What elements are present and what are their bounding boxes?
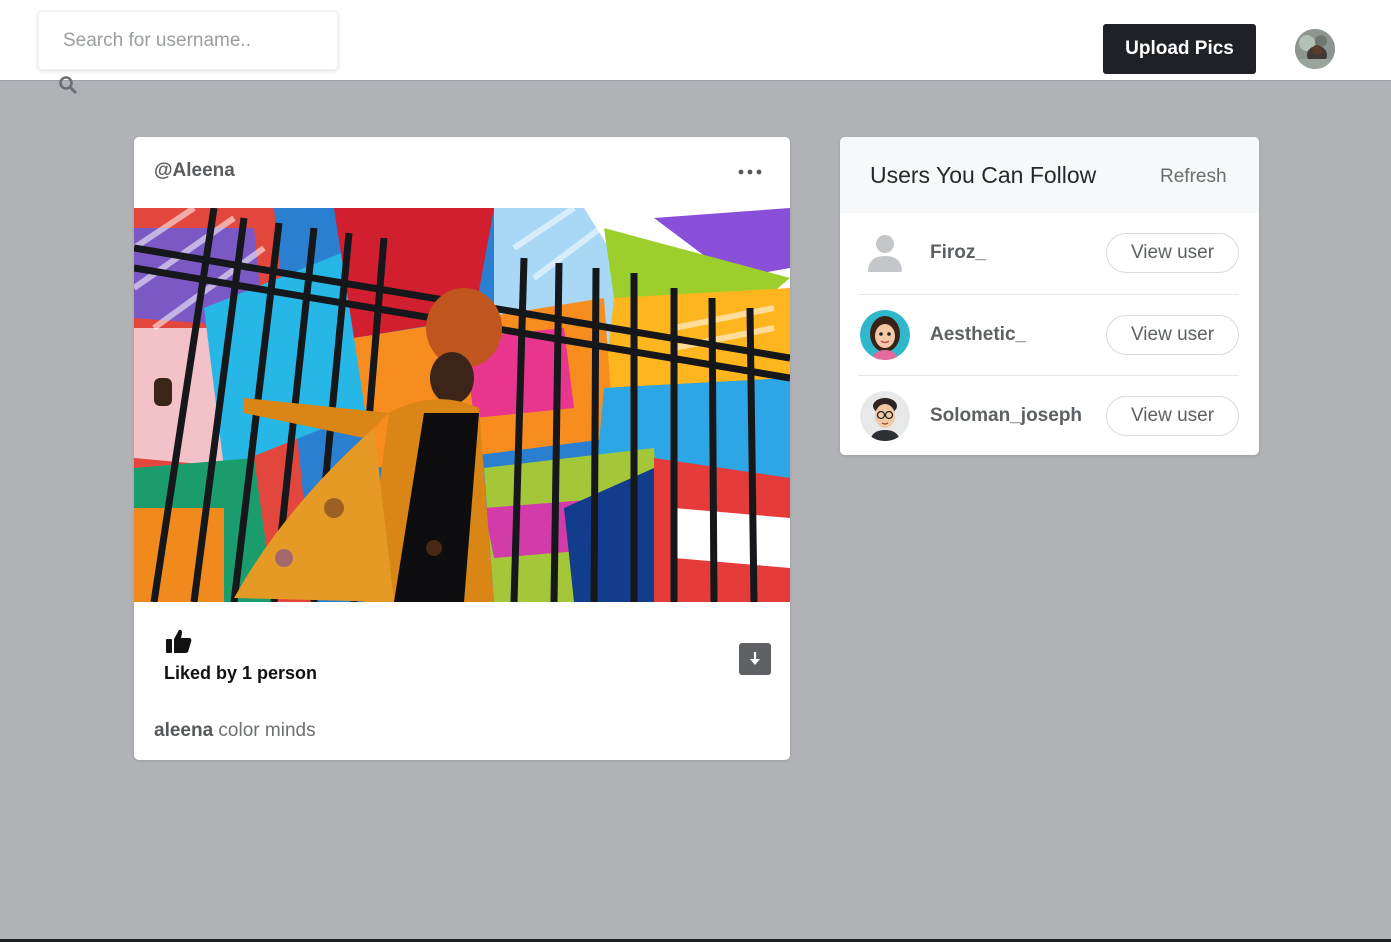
suggestions-card: Users You Can Follow Refresh Firoz_ View…	[840, 137, 1259, 455]
more-horizontal-icon[interactable]	[738, 167, 762, 177]
suggested-user-row: Aesthetic_ View user	[858, 294, 1239, 375]
download-icon	[750, 652, 760, 665]
view-user-button[interactable]: View user	[1106, 233, 1239, 273]
refresh-button[interactable]: Refresh	[1160, 166, 1227, 188]
download-button[interactable]	[739, 643, 771, 675]
suggested-user-row: Firoz_ View user	[858, 213, 1239, 294]
search-icon[interactable]	[58, 75, 78, 95]
suggestions-header: Users You Can Follow Refresh	[840, 137, 1259, 213]
post-username[interactable]: @Aleena	[154, 160, 235, 182]
default-avatar-icon[interactable]	[860, 228, 910, 278]
search-box[interactable]	[38, 11, 338, 70]
caption-text: color minds	[213, 720, 316, 741]
suggested-user-row: Soloman_joseph View user	[858, 375, 1239, 455]
post-image	[134, 208, 790, 602]
post-caption: aleena color minds	[154, 720, 316, 742]
caption-username[interactable]: aleena	[154, 720, 213, 741]
user-avatar[interactable]	[860, 310, 910, 360]
view-user-button[interactable]: View user	[1106, 315, 1239, 355]
suggested-username[interactable]: Aesthetic_	[930, 324, 1026, 346]
thumbs-up-icon[interactable]	[165, 627, 193, 655]
upload-pics-button[interactable]: Upload Pics	[1103, 24, 1256, 74]
profile-avatar[interactable]	[1295, 29, 1335, 69]
top-navbar: Upload Pics	[0, 0, 1391, 94]
view-user-button[interactable]: View user	[1106, 396, 1239, 436]
likes-count-text: Liked by 1 person	[164, 663, 318, 683]
suggestions-title: Users You Can Follow	[870, 162, 1097, 188]
suggested-username[interactable]: Firoz_	[930, 242, 986, 264]
suggested-username[interactable]: Soloman_joseph	[930, 405, 1082, 427]
post-card: @Aleena Liked by 1 person aleena color m…	[134, 137, 790, 760]
search-input[interactable]	[39, 12, 337, 69]
user-avatar[interactable]	[860, 391, 910, 441]
avatar-image	[1295, 29, 1335, 69]
